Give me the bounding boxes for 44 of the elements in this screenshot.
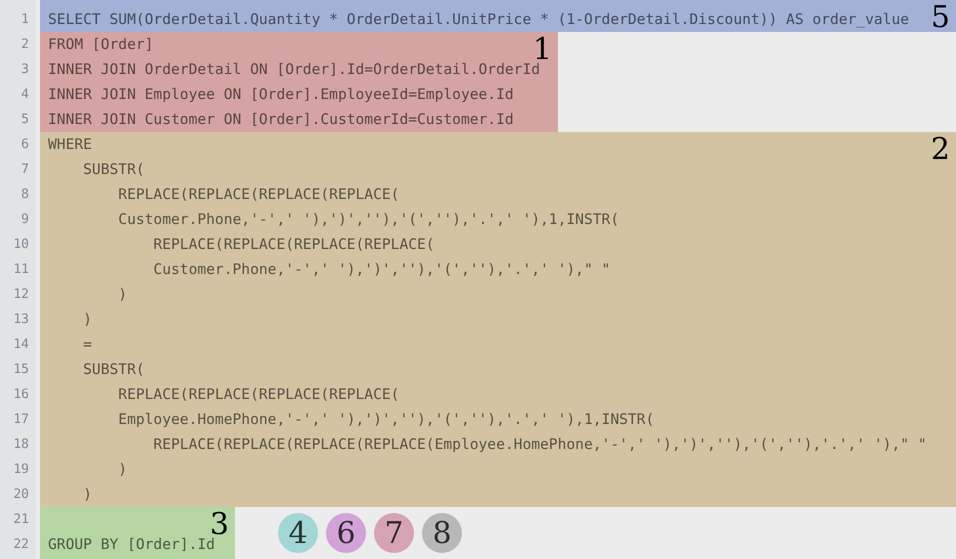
code-line: ) — [82, 310, 92, 330]
line-number: 16 — [13, 386, 29, 404]
line-number: 21 — [13, 510, 29, 529]
code-line: ) — [82, 484, 92, 505]
line-number: 19 — [13, 460, 29, 479]
code-line: INNER JOIN Employee ON [Order].EmployeeId=Employee.Id — [47, 84, 514, 105]
code-line: = — [82, 334, 92, 355]
line-number: 20 — [13, 486, 29, 504]
region-number: 5 — [930, 0, 950, 36]
code-line: WHERE — [47, 134, 92, 155]
code-line: FROM [Order] — [47, 34, 154, 55]
code-line: REPLACE(REPLACE(REPLACE(REPLACE(Employee.HomePhone,'-',' '),')',''),'(',''),'.',' ')," " — [152, 434, 927, 455]
line-number: 4 — [21, 86, 29, 104]
code-line: ) — [117, 284, 128, 305]
code-line: SUBSTR( — [82, 160, 145, 180]
code-line: REPLACE(REPLACE(REPLACE(REPLACE( — [117, 384, 400, 405]
line-number: 6 — [21, 136, 29, 154]
line-number: 22 — [13, 536, 29, 554]
code-line: Customer.Phone,'-',' '),')',''),'(',''),'.',' ')," " — [152, 260, 610, 280]
code-line: GROUP BY [Order].Id — [47, 534, 215, 555]
line-number: 8 — [21, 186, 29, 204]
line-number: 7 — [21, 160, 29, 179]
line-number: 2 — [21, 36, 29, 54]
line-number: 3 — [21, 60, 29, 79]
line-number: 13 — [13, 310, 29, 329]
line-number: 17 — [13, 410, 29, 429]
code-line: SELECT SUM(OrderDetail.Quantity * OrderDetail.UnitPrice * (1-OrderDetail.Discount)) AS order_value — [47, 10, 910, 30]
line-number: 15 — [13, 360, 29, 379]
code-line: Employee.HomePhone,'-',' '),')',''),'(',''),'.',' '),1,INSTR( — [117, 410, 654, 430]
line-number: 11 — [13, 260, 29, 279]
region-number: 2 — [930, 132, 950, 168]
code-line: SUBSTR( — [82, 360, 145, 380]
code-line: INNER JOIN Customer ON [Order].CustomerId=Customer.Id — [47, 110, 514, 130]
line-number: 18 — [13, 436, 29, 454]
line-number: 14 — [13, 336, 29, 354]
code-line: Customer.Phone,'-',' '),')',''),'(',''),'.',' '),1,INSTR( — [117, 210, 620, 230]
line-number: 5 — [21, 110, 29, 129]
code-line: REPLACE(REPLACE(REPLACE(REPLACE( — [152, 234, 435, 255]
line-number: 1 — [21, 10, 29, 29]
line-number: 9 — [21, 210, 29, 229]
line-number: 10 — [13, 236, 29, 254]
code-line: REPLACE(REPLACE(REPLACE(REPLACE( — [117, 184, 400, 205]
line-number: 12 — [13, 286, 29, 304]
code-line: ) — [117, 460, 128, 480]
